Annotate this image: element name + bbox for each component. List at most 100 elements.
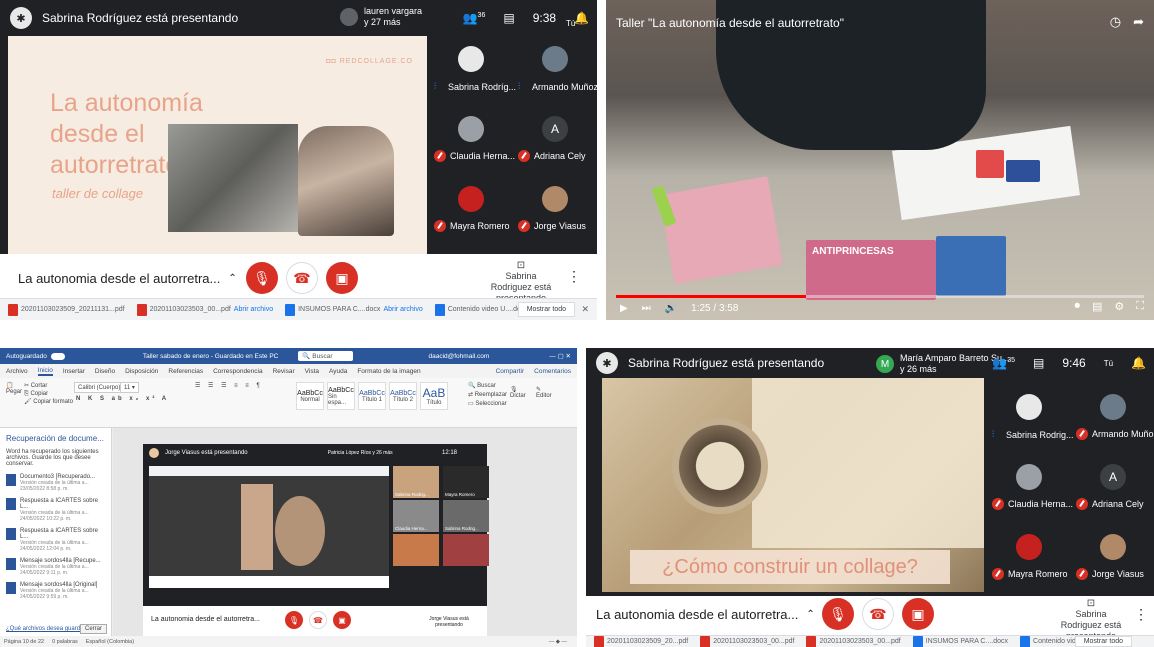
ribbon-tab[interactable]: Revisar (273, 368, 295, 375)
editing-group[interactable]: 🔍 Buscar ⇄ Reemplazar ▭ Seleccionar (468, 382, 507, 409)
ribbon-tab[interactable]: Diseño (95, 368, 115, 375)
comments-button[interactable]: Comentarios (534, 368, 571, 375)
ribbon-tab[interactable]: Referencias (168, 368, 203, 375)
recovery-link[interactable]: ¿Qué archivos desea guardar? (6, 626, 89, 632)
people-icon-2[interactable]: 👥35 (992, 356, 1015, 370)
presenter-avatar-2: ✱ (596, 352, 618, 374)
participant-tile[interactable]: Jorge Viasus (514, 180, 597, 236)
style-preset[interactable]: AaBbCc Normal (296, 382, 324, 410)
chevron-up-icon[interactable]: ⌃ (228, 273, 236, 284)
participant-tile[interactable]: ⫶ Sabrina Rodríg... (430, 40, 516, 96)
watch-later-icon[interactable]: ◷ (1110, 14, 1121, 30)
captions-icon[interactable]: ▤ (1092, 300, 1102, 313)
dictate-button[interactable]: 🎙 Dictar (510, 386, 526, 399)
recovery-item[interactable]: Respuesta a ICARTES sobre L... Versión cr… (0, 525, 111, 555)
mic-toggle-button-2[interactable]: 🎙 (822, 598, 854, 630)
ribbon-tab[interactable]: Insertar (63, 368, 85, 375)
recovery-item[interactable]: Mensaje sordos4lla [Recupe... Versión cre… (0, 555, 111, 579)
participant-name: Adriana Cely (534, 151, 586, 161)
video-blue-book (936, 236, 1006, 296)
player-controls: ▶ ⏭ 🔊 1:25 / 3:58 (620, 300, 1144, 316)
mic-off-icon (1076, 568, 1088, 580)
recovery-item[interactable]: Mensaje sordos4lla [Original] Versión cre… (0, 579, 111, 603)
chevron-up-icon-2[interactable]: ⌃ (806, 609, 814, 620)
share-button[interactable]: Compartir (496, 368, 525, 375)
participant-tile[interactable]: A Adriana Cely (1072, 458, 1154, 514)
ribbon-tab[interactable]: Vista (305, 368, 319, 375)
mic-toggle-button[interactable]: 🎙 (246, 262, 278, 294)
progress-bar[interactable] (616, 295, 1144, 298)
recovery-close-button[interactable]: Cerrar (79, 624, 107, 634)
format-buttons[interactable]: N K S ab x₂ x² A (76, 396, 169, 402)
participant-avatar (1100, 394, 1126, 420)
participant-tile[interactable]: ⫶ Armando Muñoz (514, 40, 597, 96)
word-statusbar: Página 10 de 22 0 palabras Español (Colo… (0, 636, 577, 647)
download-open-link[interactable]: Abrir archivo (234, 306, 273, 313)
font-size-select[interactable]: 11 ▾ (120, 382, 139, 393)
editor-button[interactable]: ✎ Editor (536, 386, 552, 399)
paste-button[interactable]: 📋 Pegar (6, 382, 22, 395)
download-item[interactable]: 20201103023509_20...pdf (594, 635, 688, 647)
camera-toggle-button[interactable]: ▣ (326, 262, 358, 294)
more-options-icon-2[interactable]: ⋮ (1134, 606, 1148, 623)
chat-icon[interactable]: ▤ (503, 11, 514, 25)
ribbon-tab[interactable]: Formato de la imagen (357, 368, 420, 375)
participant-tile[interactable]: A Adriana Cely (514, 110, 597, 166)
close-icon[interactable]: ✕ (581, 304, 589, 315)
ribbon-tab[interactable]: Correspondencia (213, 368, 263, 375)
window-controls[interactable]: — ▢ ✕ (549, 352, 571, 360)
download-item[interactable]: 20201103023503_00...pdf (806, 635, 901, 647)
participant-tile[interactable]: Armando Muño (1072, 388, 1154, 444)
share-icon[interactable]: ➦ (1133, 14, 1144, 30)
participant-tile[interactable]: Claudia Herna... (430, 110, 515, 166)
present-icon-2: ⊡ (1086, 598, 1096, 609)
show-all-button-2[interactable]: Mostrar todo (1074, 636, 1132, 647)
mini-present-label: Jorge Viasus está presentando (429, 616, 469, 628)
leave-call-button[interactable]: ☎ (286, 262, 318, 294)
youtube-player[interactable]: ANTIPRINCESAS Taller "La autonomía desde… (606, 0, 1154, 320)
doc-file-icon (434, 303, 445, 316)
style-preset[interactable]: AaBbCc Título 1 (358, 382, 386, 410)
download-item[interactable]: INSUMOS PARA C....docx (912, 635, 1008, 647)
people-icon[interactable]: 👥36 (463, 11, 486, 25)
ribbon-tab[interactable]: Ayuda (329, 368, 347, 375)
more-options-icon[interactable]: ⋮ (567, 268, 581, 285)
search-box[interactable]: 🔍 Buscar (298, 351, 353, 361)
style-name: Título 2 (392, 396, 413, 403)
ribbon-tab[interactable]: Inicio (37, 367, 53, 376)
volume-icon[interactable]: 🔊 (665, 303, 677, 314)
participant-tile[interactable]: Jorge Viasus (1072, 528, 1154, 584)
ribbon-tab[interactable]: Archivo (6, 368, 28, 375)
autoplay-toggle-icon[interactable]: ⏺ (1075, 300, 1081, 313)
style-preset[interactable]: AaBbCc Sin espa... (327, 382, 355, 410)
download-item[interactable]: INSUMOS PARA C....docx Abrir archivo (285, 303, 423, 316)
next-icon[interactable]: ⏭ (642, 303, 651, 314)
paragraph-buttons[interactable]: ☰ ☰ ☰ ≡ ≡ ¶ (195, 382, 263, 389)
participant-avatar (458, 116, 484, 142)
participant-tile[interactable]: Claudia Herna... (988, 458, 1073, 514)
download-item[interactable]: 20201103023509_20211131...pdf (8, 303, 125, 316)
play-icon[interactable]: ▶ (620, 303, 628, 314)
participant-tile[interactable]: ⫶ Sabrina Rodrig... (988, 388, 1074, 444)
chat-icon-2[interactable]: ▤ (1033, 356, 1044, 370)
leave-call-button-2[interactable]: ☎ (862, 598, 894, 630)
autosave-toggle[interactable] (50, 352, 65, 360)
zoom-slider[interactable]: — ◆ — (549, 639, 567, 645)
show-all-button[interactable]: Mostrar todo (517, 302, 575, 317)
download-item[interactable]: 20201103023503_00...pdf (700, 635, 794, 647)
participant-tile[interactable]: Mayra Romero (988, 528, 1072, 584)
camera-toggle-button-2[interactable]: ▣ (902, 598, 934, 630)
self-view-icon[interactable]: 🔔 (1131, 356, 1146, 370)
participant-name: Jorge Viasus (534, 221, 586, 231)
settings-gear-icon[interactable]: ⚙ (1114, 300, 1124, 313)
ribbon-tab[interactable]: Disposición (125, 368, 158, 375)
fullscreen-icon[interactable]: ⛶ (1136, 300, 1144, 313)
style-preset[interactable]: AaBbCc Título 2 (389, 382, 417, 410)
recovery-item[interactable]: Documento3 [Recuperado... Versión creada … (0, 471, 111, 495)
download-item[interactable]: 20201103023503_00...pdf Abrir archivo (136, 303, 273, 316)
style-preset[interactable]: AaB Título (420, 382, 448, 410)
self-view-avatar[interactable]: Tú 🔔 (566, 11, 589, 28)
recovery-item[interactable]: Respuesta a ICARTES sobre L... Versión cr… (0, 495, 111, 525)
participant-tile[interactable]: Mayra Romero (430, 180, 514, 236)
download-open-link[interactable]: Abrir archivo (383, 306, 422, 313)
